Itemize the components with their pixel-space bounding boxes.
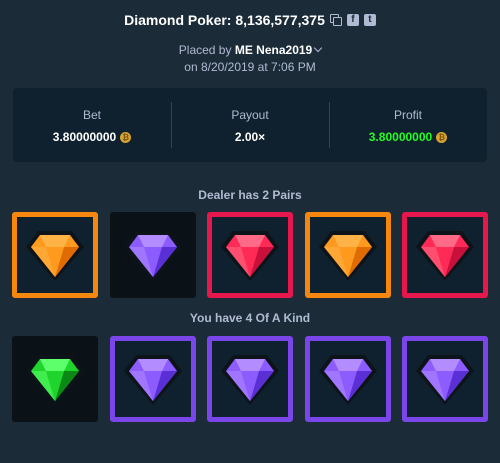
- placed-by-info: Placed by ME Nena2019 on 8/20/2019 at 7:…: [0, 42, 500, 76]
- profit-stat: Profit 3.80000000 ₿: [329, 88, 487, 162]
- orange-diamond-icon: [26, 231, 84, 281]
- player-card: [304, 336, 391, 422]
- chevron-down-icon[interactable]: [313, 43, 323, 53]
- purple-diamond-icon: [123, 355, 182, 405]
- bitcoin-icon: ₿: [120, 131, 132, 143]
- bet-header: Diamond Poker: 8,136,577,375 f t Placed …: [0, 12, 500, 76]
- bet-label: Bet: [82, 108, 101, 122]
- dealer-card: [207, 212, 293, 298]
- bet-date: on 8/20/2019 at 7:06 PM: [184, 60, 316, 74]
- dealer-card: [109, 212, 196, 298]
- facebook-icon[interactable]: f: [346, 14, 359, 26]
- player-card: [109, 336, 196, 422]
- player-card: [402, 336, 488, 422]
- page-title: Diamond Poker: 8,136,577,375: [124, 12, 325, 28]
- purple-diamond-icon: [416, 355, 474, 405]
- twitter-icon[interactable]: t: [363, 14, 376, 26]
- dealer-card: [12, 212, 98, 298]
- dealer-card: [304, 212, 391, 298]
- dealer-hand-label: Dealer has 2 Pairs: [198, 188, 302, 202]
- green-diamond-icon: [26, 355, 84, 405]
- red-diamond-icon: [221, 231, 279, 281]
- purple-diamond-icon: [123, 231, 182, 281]
- copy-icon[interactable]: [329, 14, 342, 26]
- title-row: Diamond Poker: 8,136,577,375 f t: [0, 12, 500, 28]
- bet-stats-panel: Bet 3.80000000 ₿ Payout 2.00× Profit 3.8…: [13, 88, 487, 162]
- bitcoin-icon: ₿: [436, 131, 448, 143]
- purple-diamond-icon: [318, 355, 377, 405]
- purple-diamond-icon: [221, 355, 279, 405]
- bet-value: 3.80000000: [52, 130, 117, 144]
- username-link[interactable]: Nena2019: [256, 43, 312, 57]
- payout-label: Payout: [231, 108, 269, 122]
- payout-stat: Payout 2.00×: [171, 88, 329, 162]
- red-diamond-icon: [416, 231, 474, 281]
- dealer-card: [402, 212, 488, 298]
- player-card: [12, 336, 98, 422]
- placed-by-label: Placed by: [178, 43, 232, 57]
- profit-label: Profit: [393, 108, 422, 122]
- orange-diamond-icon: [318, 231, 377, 281]
- bet-stat: Bet 3.80000000 ₿: [13, 88, 171, 162]
- payout-value: 2.00×: [234, 130, 266, 144]
- dealer-hand: [12, 212, 488, 298]
- profit-value: 3.80000000: [368, 130, 433, 144]
- player-card: [207, 336, 293, 422]
- user-badge: ME: [234, 43, 253, 57]
- player-hand-label: You have 4 Of A Kind: [189, 311, 311, 325]
- player-hand: [12, 336, 488, 422]
